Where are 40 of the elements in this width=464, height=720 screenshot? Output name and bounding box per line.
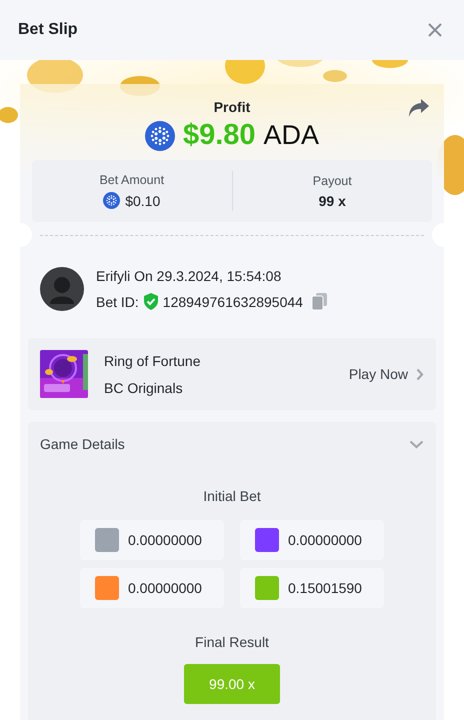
close-button[interactable]: [426, 21, 444, 39]
game-provider: BC Originals: [104, 380, 184, 396]
bet-value: 0.00000000: [128, 580, 202, 596]
profit-label: Profit: [214, 99, 250, 115]
user-avatar: [40, 267, 84, 311]
chevron-right-icon: [416, 368, 424, 380]
coin-drawing: [275, 60, 325, 67]
share-icon: [408, 98, 430, 118]
profit-amount: $9.80: [182, 119, 256, 152]
final-result-label: Final Result: [195, 634, 269, 650]
bet-id-label: Bet ID:: [96, 294, 139, 310]
close-icon: [428, 23, 442, 37]
cardano-coin-icon: [144, 120, 175, 150]
bet-value: 0.00000000: [288, 532, 362, 548]
window-title: Bet Slip: [18, 21, 78, 39]
currency-label: ADA: [264, 120, 320, 151]
coin-drawing: [372, 60, 408, 68]
cardano-coin-icon: [103, 192, 120, 209]
game-title: Ring of Fortune: [104, 352, 202, 368]
stat-value: $0.10: [125, 192, 160, 208]
bet-value: 0.00000000: [128, 532, 202, 548]
initial-bet-label: Initial Bet: [203, 488, 261, 504]
final-result-badge: 99.00 x: [184, 664, 280, 704]
coin-drawing: [323, 70, 347, 82]
chevron-down-icon: [409, 440, 424, 448]
bet-value: 0.15001590: [288, 580, 362, 596]
expand-toggle[interactable]: [409, 440, 424, 448]
user-date-text: Erifyli On 29.3.2024, 15:54:08: [96, 268, 282, 284]
coin-drawing: [225, 60, 265, 84]
stat-label: Bet Amount: [99, 173, 164, 187]
stat-label: Payout: [312, 174, 352, 188]
coin-drawing: [0, 107, 18, 123]
game-card[interactable]: Ring of Fortune BC Originals Play Now: [28, 338, 436, 410]
share-button[interactable]: [408, 98, 430, 118]
stat-value: 99 x: [318, 192, 346, 208]
section-title: Game Details: [40, 436, 125, 452]
bet-id: 128949761632895044: [162, 294, 303, 310]
play-now-button[interactable]: Play Now: [348, 366, 424, 382]
copy-button[interactable]: [312, 293, 327, 310]
copy-icon: [312, 293, 327, 310]
